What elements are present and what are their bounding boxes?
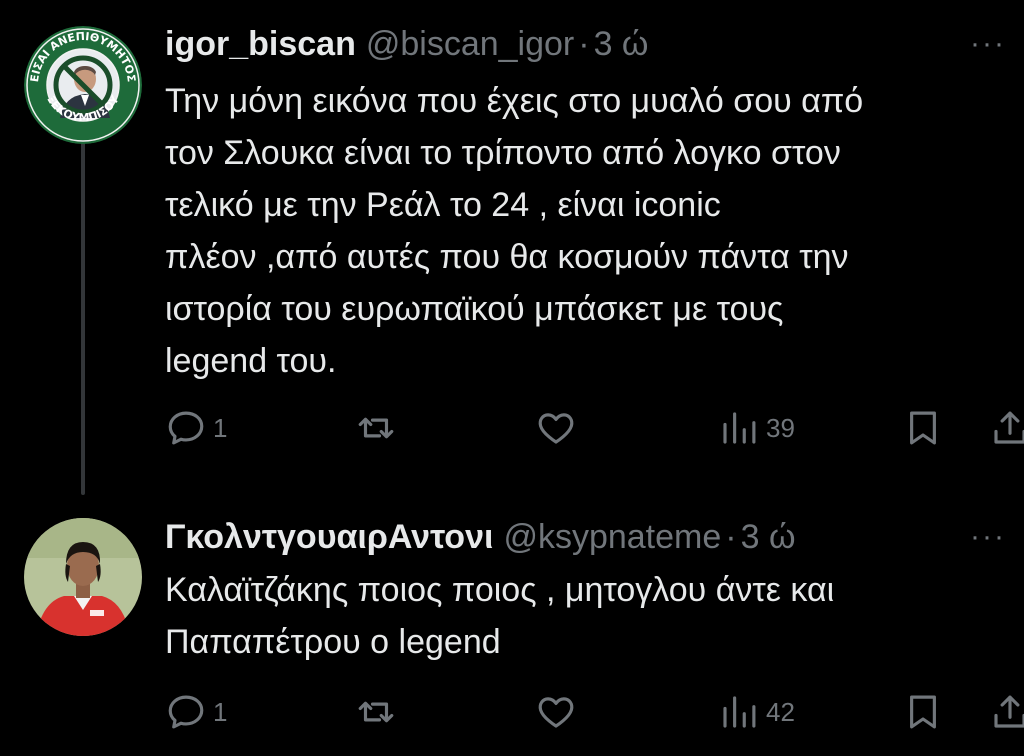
more-options-button[interactable]: ··· xyxy=(970,522,1006,552)
avatar[interactable] xyxy=(24,518,142,636)
display-name[interactable]: igor_biscan xyxy=(165,25,356,63)
tweet-text-line: πλέον ,από αυτές που θα κοσμούν πάντα τη… xyxy=(165,238,849,276)
avatar[interactable]: ΕΙΣΑΙ ΑΝΕΠΙΘΥΜΗΤΟΣ ΞΕΚΟΥΜΠΙΣΟΥ xyxy=(24,26,142,144)
tweet-text-line: legend του. xyxy=(165,342,337,380)
tweet-header: ΓκολντγουαιρΑντονι @ksypnateme · 3 ώ xyxy=(165,517,796,557)
like-button[interactable] xyxy=(535,406,583,450)
timestamp[interactable]: 3 ώ xyxy=(594,25,649,63)
share-icon xyxy=(994,695,1024,728)
reply-button[interactable]: 1 xyxy=(165,406,227,450)
share-icon xyxy=(994,411,1024,444)
share-button[interactable] xyxy=(989,690,1024,734)
bookmark-button[interactable] xyxy=(902,406,944,450)
tweet-text: Καλαϊτζάκης ποιος ποιος , μητογλου άντε … xyxy=(165,564,1005,668)
analytics-bars-icon xyxy=(723,412,756,444)
thread-connector-line xyxy=(81,140,85,495)
separator-dot: · xyxy=(725,518,737,556)
retweet-icon xyxy=(358,701,394,723)
tweet-text-line: Την μόνη εικόνα που έχεις στο μυαλό σου … xyxy=(165,82,864,120)
tweet-text-line: ιστορία του ευρωπαϊκού μπάσκετ με τους xyxy=(165,290,784,328)
tweet-header: igor_biscan @biscan_igor · 3 ώ xyxy=(165,24,648,64)
reply-count: 1 xyxy=(213,412,228,443)
bookmark-icon xyxy=(910,411,936,445)
retweet-icon xyxy=(358,417,394,439)
more-options-button[interactable]: ··· xyxy=(970,29,1006,59)
tweet-text-line: τελικό με την Ρεάλ το 24 , είναι iconic xyxy=(165,186,721,224)
crossed-out-portrait-badge-icon: ΕΙΣΑΙ ΑΝΕΠΙΘΥΜΗΤΟΣ ΞΕΚΟΥΜΠΙΣΟΥ xyxy=(24,26,142,144)
timestamp[interactable]: 3 ώ xyxy=(741,518,796,556)
tweet-text-line: Καλαϊτζάκης ποιος ποιος , μητογλου άντε … xyxy=(165,571,835,609)
user-handle[interactable]: @biscan_igor xyxy=(366,25,574,63)
retweet-button[interactable] xyxy=(355,406,403,450)
bookmark-icon xyxy=(910,695,936,729)
views-button[interactable]: 39 xyxy=(718,406,795,450)
retweet-button[interactable] xyxy=(355,690,403,734)
tweet-actions: 1 39 xyxy=(165,406,1024,450)
views-count: 42 xyxy=(766,696,795,727)
tweet-text-line: τον Σλουκα είναι το τρίποντο από λογκο σ… xyxy=(165,134,841,172)
heart-icon xyxy=(538,697,574,728)
tweet-text: Την μόνη εικόνα που έχεις στο μυαλό σου … xyxy=(165,75,1005,387)
display-name[interactable]: ΓκολντγουαιρΑντονι xyxy=(165,518,493,556)
reply-icon xyxy=(168,695,204,729)
tweet[interactable]: ΓκολντγουαιρΑντονι @ksypnateme · 3 ώ ··· Κα… xyxy=(0,500,1024,756)
like-button[interactable] xyxy=(535,690,583,734)
views-count: 39 xyxy=(766,412,795,443)
share-button[interactable] xyxy=(989,406,1024,450)
tweet-text-line: Παπαπέτρου ο legend xyxy=(165,623,501,661)
footballer-photo-icon xyxy=(24,518,142,636)
reply-button[interactable]: 1 xyxy=(165,690,227,734)
analytics-bars-icon xyxy=(723,696,756,728)
tweet-actions: 1 42 xyxy=(165,690,1024,734)
views-button[interactable]: 42 xyxy=(718,690,795,734)
heart-icon xyxy=(538,413,574,444)
bookmark-button[interactable] xyxy=(902,690,944,734)
user-handle[interactable]: @ksypnateme xyxy=(503,518,721,556)
tweet[interactable]: ΕΙΣΑΙ ΑΝΕΠΙΘΥΜΗΤΟΣ ΞΕΚΟΥΜΠΙΣΟΥ igor_bisc… xyxy=(0,0,1024,500)
reply-count: 1 xyxy=(213,696,228,727)
separator-dot: · xyxy=(578,25,590,63)
reply-icon xyxy=(168,411,204,445)
